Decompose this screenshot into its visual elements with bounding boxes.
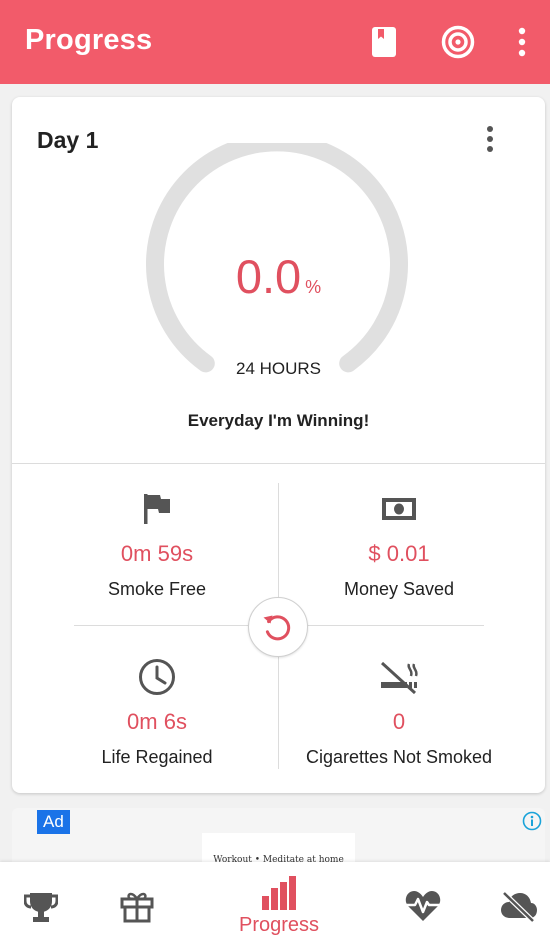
stat-value: 0 [392,709,406,734]
stat-label: Smoke Free [107,579,207,599]
bar-chart-icon [262,875,296,910]
progress-card: Day 1 0.0% 24 HOURS Everyday I'm Winning… [12,97,545,793]
stat-value: 0m 59s [120,541,194,566]
flag-icon [144,494,170,524]
bottom-navigation: Progress [0,862,550,950]
heartbeat-icon [405,891,441,921]
ad-badge: Ad [37,810,70,834]
stat-label: Money Saved [343,579,455,599]
trophy-icon [24,893,58,922]
goals-button[interactable] [438,22,478,62]
book-icon-button[interactable] [364,22,404,62]
nav-health[interactable] [396,862,450,950]
target-icon [441,25,475,59]
stat-label: Life Regained [101,747,213,767]
progress-value: 0.0 [235,250,302,303]
progress-percentage: 0.0% [12,249,545,304]
stat-smoke-free: 0m 59s Smoke Free [37,489,277,600]
motto-text: Everyday I'm Winning! [187,411,370,430]
reset-button[interactable] [248,597,308,657]
nav-progress[interactable]: Progress [224,862,334,950]
more-vert-icon [518,27,526,57]
stat-label: Cigarettes Not Smoked [305,747,493,767]
page-title: Progress [25,24,153,56]
progress-unit: % [305,277,322,297]
duration-label: 24 HOURS [235,359,322,378]
info-icon[interactable] [522,811,542,831]
stat-value: $ 0.01 [368,541,430,566]
ad-banner[interactable]: Ad Workout • Meditate at home [12,808,545,868]
stat-value: 0m 6s [127,709,187,734]
stat-money-saved: $ 0.01 Money Saved [279,489,519,600]
nav-offline[interactable] [492,862,546,950]
overflow-menu-button[interactable] [502,22,542,62]
gift-icon [120,892,154,923]
day-label: Day 1 [37,127,99,153]
divider [12,463,545,464]
nav-achievements[interactable] [14,862,68,950]
card-menu-button[interactable] [478,123,502,155]
stat-cigarettes-not-smoked: 0 Cigarettes Not Smoked [279,657,519,768]
stat-life-regained: 0m 6s Life Regained [37,657,277,768]
nav-progress-label: Progress [238,913,320,936]
nav-rewards[interactable] [110,862,164,950]
cloud-off-icon [501,891,537,922]
money-icon [382,498,416,520]
book-icon [372,27,396,57]
app-bar: Progress [0,0,550,84]
more-vert-icon [487,126,493,152]
no-smoking-icon [380,661,418,694]
clock-icon [139,659,175,695]
reset-icon [263,615,291,641]
